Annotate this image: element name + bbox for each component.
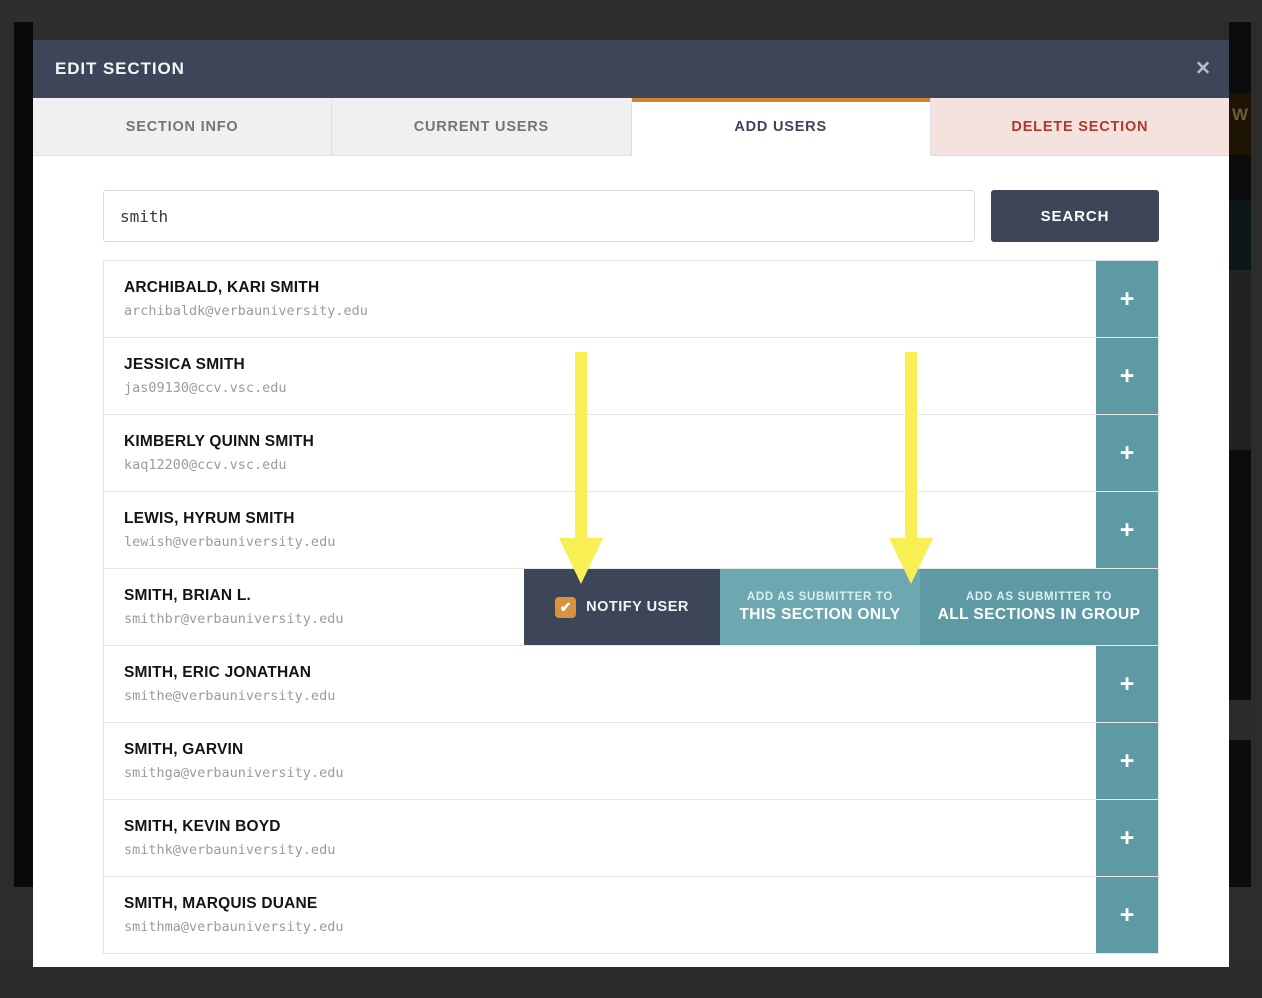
tab-add-users[interactable]: ADD USERS — [631, 98, 931, 156]
user-info: SMITH, GARVIN smithga@verbauniversity.edu — [104, 723, 1096, 799]
tab-current-users[interactable]: CURRENT USERS — [332, 98, 632, 156]
user-email: smithk@verbauniversity.edu — [124, 842, 336, 859]
user-results-list: ARCHIBALD, KARI SMITH archibaldk@verbauni… — [103, 260, 1159, 954]
notify-user-label: NOTIFY USER — [586, 599, 689, 615]
user-name: KIMBERLY QUINN SMITH — [124, 433, 315, 451]
table-row[interactable]: SMITH, MARQUIS DUANE smithma@verbaunivers… — [104, 877, 1158, 954]
button-top-label: ADD AS SUBMITTER TO — [965, 590, 1113, 603]
user-info: JESSICA SMITH jas09130@ccv.vsc.edu — [104, 338, 1096, 414]
user-info: LEWIS, HYRUM SMITH lewish@verbauniversity… — [104, 492, 1096, 568]
table-row[interactable]: SMITH, ERIC JONATHAN smithe@verbauniversi… — [104, 646, 1158, 723]
edit-section-modal: EDIT SECTION ✕ SECTION INFO CURRENT USER… — [33, 40, 1229, 967]
add-user-button[interactable]: + — [1096, 800, 1158, 876]
user-name: SMITH, KEVIN BOYD — [124, 818, 281, 836]
user-info: SMITH, KEVIN BOYD smithk@verbauniversity.… — [104, 800, 1096, 876]
tab-delete-section[interactable]: DELETE SECTION — [930, 98, 1229, 156]
table-row[interactable]: JESSICA SMITH jas09130@ccv.vsc.edu + — [104, 338, 1158, 415]
user-name: SMITH, ERIC JONATHAN — [124, 664, 312, 682]
user-email: smithga@verbauniversity.edu — [124, 765, 344, 782]
user-name: SMITH, MARQUIS DUANE — [124, 895, 318, 913]
close-icon[interactable]: ✕ — [1195, 60, 1211, 79]
add-user-button[interactable]: + — [1096, 261, 1158, 337]
notify-user-checkbox[interactable]: ✔ NOTIFY USER — [524, 569, 720, 645]
add-user-button[interactable]: + — [1096, 338, 1158, 414]
user-info: SMITH, ERIC JONATHAN smithe@verbauniversi… — [104, 646, 1096, 722]
table-row[interactable]: SMITH, GARVIN smithga@verbauniversity.edu… — [104, 723, 1158, 800]
user-email: smithe@verbauniversity.edu — [124, 688, 336, 705]
user-info: ARCHIBALD, KARI SMITH archibaldk@verbauni… — [104, 261, 1096, 337]
add-submitter-all-sections-button[interactable]: ADD AS SUBMITTER TO ALL SECTIONS IN GROUP — [920, 569, 1158, 645]
user-name: SMITH, GARVIN — [124, 741, 244, 759]
user-email: lewish@verbauniversity.edu — [124, 534, 336, 551]
table-row[interactable]: KIMBERLY QUINN SMITH kaq12200@ccv.vsc.edu… — [104, 415, 1158, 492]
checkmark-icon: ✔ — [555, 596, 577, 618]
add-user-button[interactable]: + — [1096, 415, 1158, 491]
user-email: archibaldk@verbauniversity.edu — [124, 303, 368, 320]
user-info: SMITH, BRIAN L. smithbr@verbauniversity.e… — [104, 569, 524, 645]
modal-header: EDIT SECTION ✕ — [33, 40, 1229, 98]
table-row[interactable]: LEWIS, HYRUM SMITH lewish@verbauniversity… — [104, 492, 1158, 569]
user-email: jas09130@ccv.vsc.edu — [124, 380, 287, 397]
table-row[interactable]: SMITH, BRIAN L. smithbr@verbauniversity.e… — [104, 569, 1158, 646]
table-row[interactable]: ARCHIBALD, KARI SMITH archibaldk@verbauni… — [104, 261, 1158, 338]
search-button[interactable]: SEARCH — [991, 190, 1159, 242]
user-info: SMITH, MARQUIS DUANE smithma@verbaunivers… — [104, 877, 1096, 953]
tab-bar: SECTION INFO CURRENT USERS ADD USERS DEL… — [33, 98, 1229, 156]
backdrop-right-low-band — [1229, 700, 1251, 740]
table-row[interactable]: SMITH, KEVIN BOYD smithk@verbauniversity.… — [104, 800, 1158, 877]
button-top-label: ADD AS SUBMITTER TO — [746, 590, 894, 603]
user-email: kaq12200@ccv.vsc.edu — [124, 457, 287, 474]
backdrop-right-mid-band — [1229, 270, 1251, 450]
page-title: EDIT SECTION — [55, 59, 185, 78]
user-name: LEWIS, HYRUM SMITH — [124, 510, 295, 528]
add-submitter-this-section-button[interactable]: ADD AS SUBMITTER TO THIS SECTION ONLY — [720, 569, 920, 645]
backdrop-partial-text: W — [1231, 105, 1249, 124]
add-user-button[interactable]: + — [1096, 646, 1158, 722]
search-input[interactable] — [103, 190, 975, 242]
user-name: JESSICA SMITH — [124, 356, 245, 374]
add-user-button[interactable]: + — [1096, 877, 1158, 953]
add-user-button[interactable]: + — [1096, 723, 1158, 799]
search-bar: SEARCH — [33, 156, 1229, 260]
backdrop-bottom-bar — [0, 966, 1262, 998]
user-email: smithbr@verbauniversity.edu — [124, 611, 344, 628]
tab-section-info[interactable]: SECTION INFO — [33, 98, 333, 156]
user-email: smithma@verbauniversity.edu — [124, 919, 344, 936]
backdrop-top-bar — [0, 0, 1262, 22]
user-name: ARCHIBALD, KARI SMITH — [124, 279, 320, 297]
button-bottom-label: THIS SECTION ONLY — [739, 605, 901, 623]
backdrop-right-teal-band — [1229, 200, 1251, 270]
backdrop-left-strip — [14, 22, 33, 887]
add-user-button[interactable]: + — [1096, 492, 1158, 568]
button-bottom-label: ALL SECTIONS IN GROUP — [937, 605, 1141, 623]
screen: W EDIT SECTION ✕ SECTION INFO CURRENT US… — [0, 0, 1262, 998]
user-name: SMITH, BRIAN L. — [124, 587, 251, 605]
user-info: KIMBERLY QUINN SMITH kaq12200@ccv.vsc.edu — [104, 415, 1096, 491]
